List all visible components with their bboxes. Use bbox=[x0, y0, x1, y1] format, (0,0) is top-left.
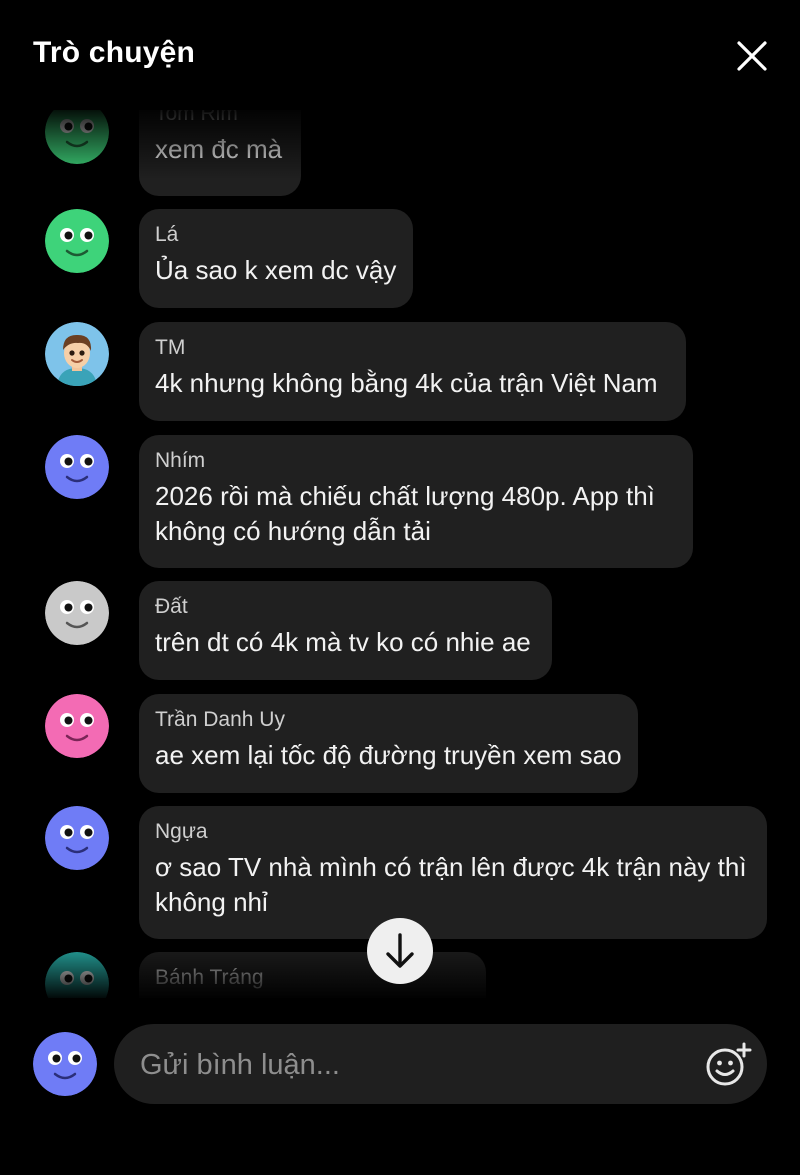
message-text: trên dt có 4k mà tv ko có nhie ae bbox=[155, 627, 531, 657]
smiley-avatar-icon bbox=[45, 581, 109, 645]
message-text-line: ơ sao TV nhà mình có trận lên được 4k tr… bbox=[155, 852, 747, 882]
chat-header: Trò chuyện bbox=[0, 0, 800, 110]
avatar[interactable] bbox=[45, 952, 109, 998]
emoji-button[interactable] bbox=[704, 1041, 752, 1089]
smiley-avatar-icon bbox=[45, 435, 109, 499]
smiley-avatar-icon bbox=[45, 694, 109, 758]
message-bubble: Lá Ủa sao k xem dc vậy bbox=[139, 209, 413, 308]
sender-name: Đất bbox=[155, 595, 188, 618]
emoji-add-icon bbox=[706, 1042, 752, 1086]
message-list[interactable]: Tom Rim xem đc mà Lá Ủa sao k xem dc vậy bbox=[0, 110, 800, 998]
smiley-avatar-icon bbox=[45, 952, 109, 998]
message-bubble: TM 4k nhưng không bằng 4k của trận Việt … bbox=[139, 322, 686, 421]
message-text-line: 2026 rồi mà chiếu chất lượng 480p. App t… bbox=[155, 481, 655, 511]
message-bubble: Ngựa ơ sao TV nhà mình có trận lên được … bbox=[139, 806, 767, 939]
avatar[interactable] bbox=[45, 110, 109, 164]
cartoon-boy-avatar-icon bbox=[45, 322, 109, 386]
comment-input-box bbox=[114, 1024, 767, 1106]
sender-name: Trần Danh Uy bbox=[155, 708, 285, 731]
sender-name: Tom Rim bbox=[155, 110, 238, 125]
comment-input[interactable] bbox=[138, 1024, 682, 1106]
smiley-avatar-icon bbox=[33, 1032, 97, 1096]
message-text: xem đc mà bbox=[155, 134, 283, 164]
top-fade bbox=[0, 110, 800, 180]
sender-name: TM bbox=[155, 336, 186, 359]
message-bubble: Tom Rim xem đc mà bbox=[139, 110, 301, 196]
avatar[interactable] bbox=[45, 581, 109, 645]
smiley-avatar-icon bbox=[45, 110, 109, 164]
smiley-avatar-icon bbox=[45, 209, 109, 273]
avatar[interactable] bbox=[45, 209, 109, 273]
message-bubble: Đất trên dt có 4k mà tv ko có nhie ae bbox=[139, 581, 552, 680]
message-text: 4k nhưng không bằng 4k của trận Việt Nam bbox=[155, 368, 658, 398]
avatar[interactable] bbox=[45, 806, 109, 870]
my-avatar[interactable] bbox=[33, 1032, 97, 1096]
arrow-down-icon bbox=[386, 933, 414, 968]
comment-composer bbox=[0, 1010, 800, 1120]
sender-name: Lá bbox=[155, 223, 179, 246]
sender-name: Nhím bbox=[155, 449, 206, 472]
message-text: ae xem lại tốc độ đường truyền xem sao bbox=[155, 740, 622, 770]
close-icon bbox=[737, 41, 767, 71]
message-text: ơ sao TV nhà mình có trận lên được 4k tr… bbox=[155, 850, 751, 920]
avatar[interactable] bbox=[45, 694, 109, 758]
avatar[interactable] bbox=[45, 435, 109, 499]
smiley-avatar-icon bbox=[45, 806, 109, 870]
message-bubble: Bánh Tráng bbox=[139, 952, 486, 998]
sender-name: Ngựa bbox=[155, 820, 208, 843]
message-text: 2026 rồi mà chiếu chất lượng 480p. App t… bbox=[155, 479, 677, 549]
message-text-line: không có hướng dẫn tải bbox=[155, 516, 431, 546]
avatar[interactable] bbox=[45, 322, 109, 386]
message-text-line: không nhỉ bbox=[155, 887, 268, 917]
message-bubble: Trần Danh Uy ae xem lại tốc độ đường tru… bbox=[139, 694, 638, 793]
page-title: Trò chuyện bbox=[33, 36, 196, 69]
scroll-to-bottom-button[interactable] bbox=[367, 918, 433, 984]
message-bubble: Nhím 2026 rồi mà chiếu chất lượng 480p. … bbox=[139, 435, 693, 568]
message-text: Ủa sao k xem dc vậy bbox=[155, 255, 397, 285]
close-button[interactable] bbox=[733, 37, 771, 75]
